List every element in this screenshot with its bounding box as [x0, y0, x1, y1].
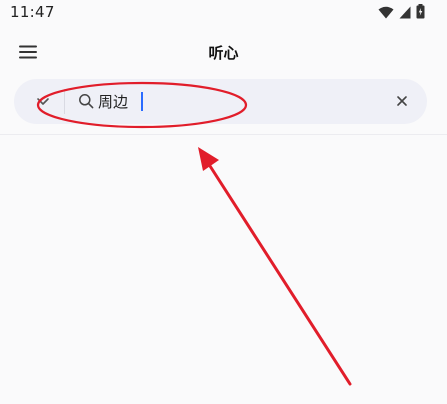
search-icon	[78, 93, 94, 109]
page-title: 听心	[208, 44, 239, 62]
status-icons	[378, 4, 425, 23]
cellular-signal-icon	[399, 4, 411, 23]
app-bar: 听心	[0, 34, 447, 70]
clear-search-button[interactable]	[394, 93, 410, 109]
chevron-down-icon	[37, 98, 49, 105]
wifi-icon	[378, 4, 394, 23]
search-scope-dropdown[interactable]	[34, 92, 52, 110]
search-bar	[14, 79, 427, 124]
search-results-area	[0, 135, 447, 404]
app-screen: 11:47 听心	[0, 0, 447, 404]
search-divider	[64, 89, 65, 114]
status-bar: 11:47	[0, 0, 447, 26]
close-icon	[397, 96, 407, 106]
status-time: 11:47	[10, 3, 55, 21]
text-cursor	[141, 92, 143, 111]
search-input[interactable]	[98, 88, 348, 115]
battery-charging-icon	[416, 4, 425, 23]
